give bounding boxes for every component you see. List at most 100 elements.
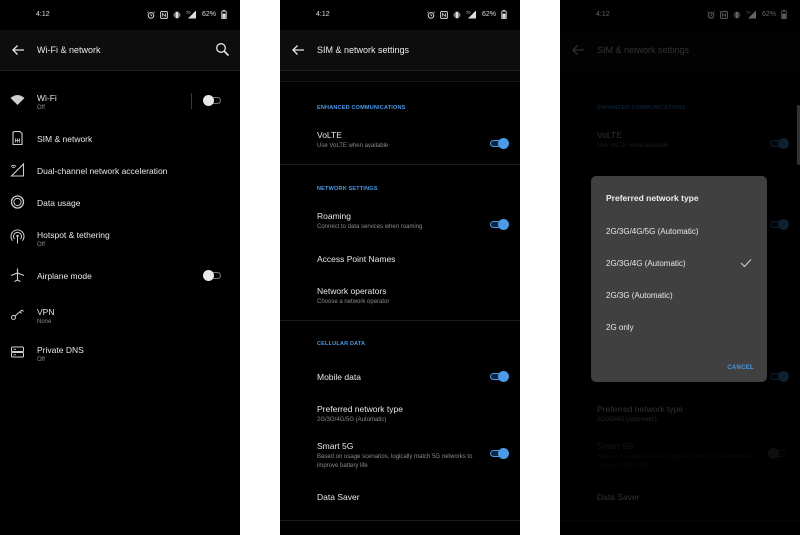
item-title: Roaming	[317, 211, 352, 221]
search-icon[interactable]	[215, 42, 230, 57]
signal-icon: 5G	[466, 10, 476, 19]
item-subtitle: Use VoLTE when available	[317, 143, 389, 149]
airplane-mode-toggle[interactable]	[203, 270, 223, 281]
section-header-enhanced: ENHANCED COMMUNICATIONS	[317, 105, 406, 111]
preferred-network-dialog-screen: 4:12 5G 62% SIM & network settings ENHAN…	[560, 0, 800, 535]
dual-channel-icon	[10, 162, 25, 177]
private-dns-icon	[11, 346, 24, 358]
item-title: Private DNS	[37, 345, 84, 355]
setting-data-saver[interactable]: Data Saver	[280, 482, 520, 512]
divider	[191, 93, 192, 109]
roaming-toggle[interactable]	[488, 219, 509, 230]
nfc-icon	[160, 10, 168, 19]
list-item-dual-channel[interactable]: Dual-channel network acceleration	[0, 154, 240, 186]
battery-percent: 62%	[481, 11, 496, 18]
cancel-button[interactable]: CANCEL	[727, 365, 754, 371]
divider	[280, 520, 520, 521]
item-title: SIM & network	[37, 134, 93, 144]
item-subtitle: Based on usage scenarios, logically matc…	[317, 454, 473, 469]
item-title: Dual-channel network acceleration	[37, 166, 168, 176]
item-title: Data usage	[37, 198, 81, 208]
list-item-airplane-mode[interactable]: Airplane mode	[0, 259, 240, 291]
vibrate-icon	[173, 11, 181, 18]
sim-network-settings-screen: 4:12 5G 62% SIM & network settings ENHAN…	[280, 0, 520, 535]
airplane-icon	[10, 268, 25, 282]
status-bar: 4:12 5G 62%	[0, 0, 240, 30]
setting-roaming[interactable]: Roaming Connect to data services when ro…	[280, 205, 520, 241]
app-bar: Wi-Fi & network	[0, 30, 240, 71]
divider	[280, 164, 520, 165]
setting-access-point-names[interactable]: Access Point Names	[280, 244, 520, 274]
item-subtitle: Off	[37, 105, 45, 111]
item-title: Hotspot & tethering	[37, 230, 110, 240]
list-item-hotspot[interactable]: Hotspot & tethering Off	[0, 221, 240, 253]
app-bar: SIM & network settings	[280, 30, 520, 71]
list-item-data-usage[interactable]: Data usage	[0, 186, 240, 218]
smart-5g-toggle[interactable]	[488, 448, 509, 459]
vibrate-icon	[453, 11, 461, 18]
item-title: Network operators	[317, 286, 387, 296]
setting-network-operators[interactable]: Network operators Choose a network opera…	[280, 280, 520, 316]
wifi-icon	[10, 95, 25, 105]
item-subtitle: 2G/3G/4G/5G (Automatic)	[317, 417, 387, 423]
page-title: Wi-Fi & network	[37, 45, 101, 55]
volte-toggle[interactable]	[488, 138, 509, 149]
wifi-toggle[interactable]	[203, 95, 223, 106]
hotspot-icon	[10, 229, 25, 244]
battery-icon	[501, 10, 507, 19]
vpn-key-icon	[11, 309, 24, 320]
nfc-icon	[440, 10, 448, 19]
dialog-title: Preferred network type	[606, 193, 699, 203]
option-label: 2G/3G/4G/5G (Automatic)	[606, 227, 699, 236]
status-time: 4:12	[316, 11, 330, 18]
option-2g-3g-4g-5g[interactable]: 2G/3G/4G/5G (Automatic)	[591, 216, 767, 248]
option-2g-3g-4g[interactable]: 2G/3G/4G (Automatic)	[591, 248, 767, 280]
preferred-network-type-dialog: Preferred network type 2G/3G/4G/5G (Auto…	[591, 176, 767, 382]
item-title: VPN	[37, 307, 55, 317]
page-title: SIM & network settings	[317, 45, 410, 55]
option-label: 2G/3G (Automatic)	[606, 291, 673, 300]
status-bar: 4:12 5G 62%	[280, 0, 520, 30]
setting-mobile-data[interactable]: Mobile data	[280, 362, 520, 392]
item-title: Data Saver	[317, 492, 360, 502]
alarm-icon	[427, 10, 435, 19]
section-header-network: NETWORK SETTINGS	[317, 186, 378, 192]
list-item-vpn[interactable]: VPN None	[0, 298, 240, 330]
alarm-icon	[147, 10, 155, 19]
item-title: Access Point Names	[317, 254, 396, 264]
section-header-cellular: CELLULAR DATA	[317, 341, 366, 347]
svg-text:5G: 5G	[466, 11, 471, 15]
item-title: VoLTE	[317, 130, 342, 140]
option-2g-3g[interactable]: 2G/3G (Automatic)	[591, 280, 767, 312]
setting-preferred-network-type[interactable]: Preferred network type 2G/3G/4G/5G (Auto…	[280, 398, 520, 432]
option-2g-only[interactable]: 2G only	[591, 312, 767, 344]
setting-volte[interactable]: VoLTE Use VoLTE when available	[280, 124, 520, 160]
mobile-data-toggle[interactable]	[488, 371, 509, 382]
back-arrow-icon[interactable]	[291, 43, 305, 57]
item-subtitle: Off	[37, 357, 45, 363]
divider	[280, 320, 520, 321]
option-label: 2G only	[606, 323, 634, 332]
setting-smart-5g[interactable]: Smart 5G Based on usage scenarios, logic…	[280, 436, 520, 476]
list-item-private-dns[interactable]: Private DNS Off	[0, 336, 240, 368]
wifi-network-screen: 4:12 5G 62% Wi-Fi & network Wi-Fi Off SI…	[0, 0, 240, 535]
option-label: 2G/3G/4G (Automatic)	[606, 259, 686, 268]
item-title: Preferred network type	[317, 404, 403, 414]
item-subtitle: Off	[37, 242, 45, 248]
data-usage-icon	[10, 195, 25, 209]
back-arrow-icon[interactable]	[11, 43, 25, 57]
item-title: Wi-Fi	[37, 93, 57, 103]
battery-percent: 62%	[201, 11, 216, 18]
status-time: 4:12	[36, 11, 50, 18]
item-subtitle: None	[37, 319, 52, 325]
item-subtitle: Choose a network operator	[317, 299, 390, 305]
checkmark-icon	[740, 259, 752, 268]
list-item-wifi[interactable]: Wi-Fi Off	[0, 84, 240, 116]
item-title: Smart 5G	[317, 441, 354, 451]
header-separator	[280, 71, 520, 82]
item-subtitle: Connect to data services when roaming	[317, 224, 423, 230]
list-item-sim-network[interactable]: SIM & network	[0, 122, 240, 154]
item-title: Mobile data	[317, 372, 361, 382]
sim-card-icon	[12, 130, 23, 146]
svg-text:5G: 5G	[186, 11, 191, 15]
